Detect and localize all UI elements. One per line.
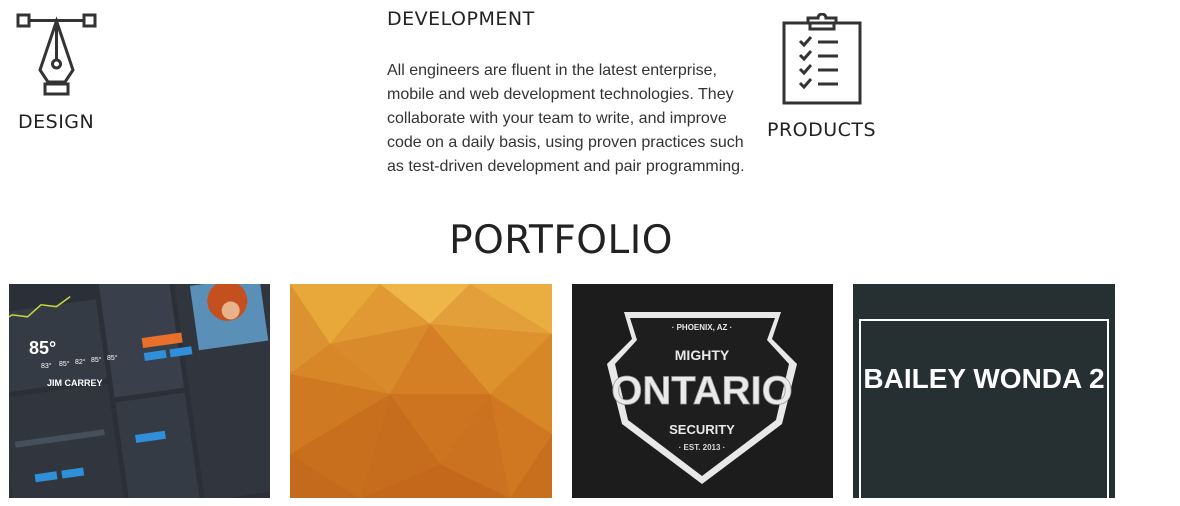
badge-bottom-text: · EST. 2013 · [679,443,726,452]
ui-kit-temp: 85° [29,338,56,358]
ui-kit-temp-3: 82° [75,358,86,366]
ui-kit-preview-image: 85° JIM CARREY 83° 85° 82° 85° 85° [9,284,270,498]
ui-kit-temp-2: 85° [59,360,70,368]
development-title: DEVELOPMENT [387,8,535,30]
orange-low-poly-image [290,284,552,498]
ui-kit-temp-5: 85° [107,354,118,362]
design-label: DESIGN [18,111,95,133]
ui-kit-name: JIM CARREY [47,378,103,388]
portfolio-item-orange-polygons[interactable] [290,284,552,498]
security-badge-image: · PHOENIX, AZ · MIGHTY ONTARIO SECURITY … [572,284,833,498]
development-description: All engineers are fluent in the latest e… [387,62,745,175]
ui-kit-temp-1: 83° [41,362,52,370]
badge-top-text: · PHOENIX, AZ · [672,323,733,332]
badge-line3: SECURITY [669,422,735,437]
badge-line1: MIGHTY [675,347,730,363]
portfolio-item-security-badge[interactable]: · PHOENIX, AZ · MIGHTY ONTARIO SECURITY … [572,284,833,498]
ui-kit-temp-4: 85° [91,356,102,364]
title-card-text: BAILEY WONDA 2 [863,363,1105,394]
products-label: PRODUCTS [767,119,877,141]
title-card-frame [859,319,1109,498]
pen-nib-icon [16,13,97,96]
badge-line2: ONTARIO [611,369,792,413]
portfolio-heading: PORTFOLIO [449,218,673,263]
clipboard-checklist-icon [782,13,862,105]
portfolio-item-ui-kit[interactable]: 85° JIM CARREY 83° 85° 82° 85° 85° [9,284,270,498]
portfolio-item-bailey-wonda[interactable]: BAILEY WONDA 2 [853,284,1115,498]
